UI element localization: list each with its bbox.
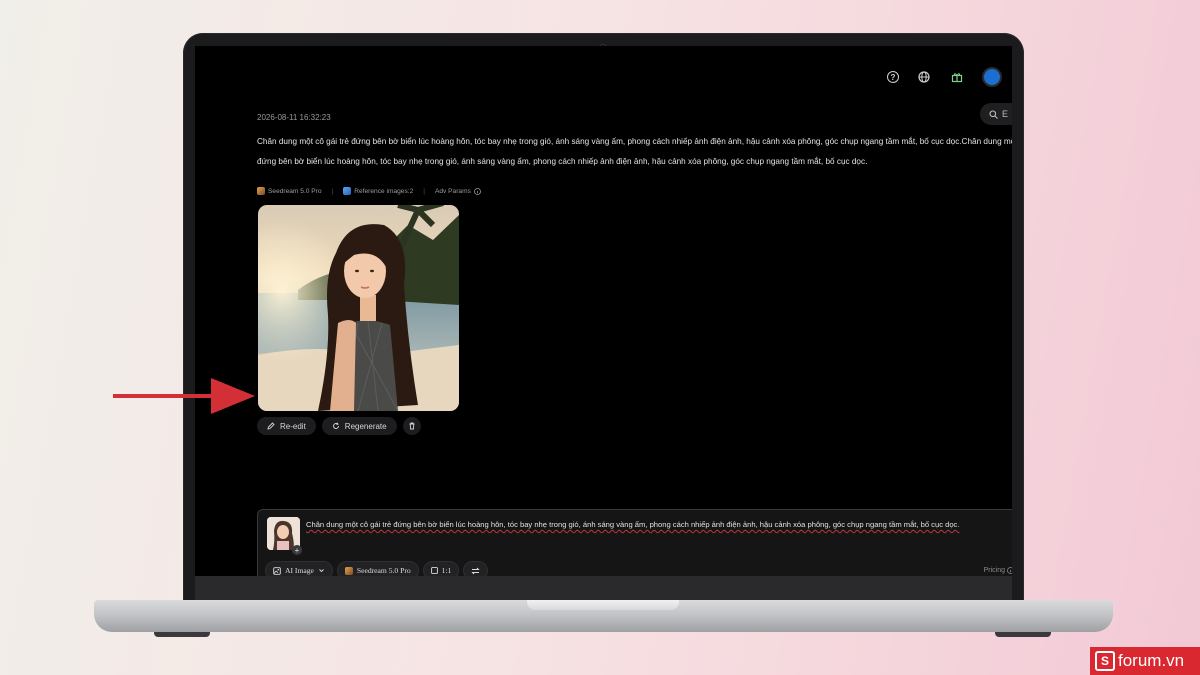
laptop-lid: ? E 2026-08-11 16:32:23 Chân dung một cô… [183, 33, 1024, 601]
meta-adv-params-label: Adv Params [434, 187, 471, 195]
top-toolbar: ? [887, 66, 1012, 88]
generation-meta: Seedream 5.0 Pro | Reference images:2 | … [257, 187, 481, 195]
composer-toolbar: AI Image Seedream 5.0 Pro 1:1 [265, 561, 489, 576]
generation-timestamp: 2026-08-11 16:32:23 [257, 113, 331, 122]
pencil-icon [267, 422, 275, 430]
annotation-arrow-icon [113, 378, 255, 414]
mode-label: AI Image [285, 566, 314, 575]
regenerate-button[interactable]: Regenerate [321, 417, 397, 435]
ratio-label: 1:1 [441, 566, 452, 575]
add-reference-button[interactable]: + [292, 545, 302, 555]
ratio-select[interactable]: 1:1 [422, 561, 460, 576]
model-icon [344, 566, 353, 575]
laptop-foot [154, 632, 210, 637]
model-label: Seedream 5.0 Pro [356, 566, 411, 575]
portrait-image [258, 205, 459, 411]
meta-model-label: Seedream 5.0 Pro [268, 187, 322, 195]
prompt-line-2: đứng bên bờ biển lúc hoàng hôn, tóc bay … [257, 157, 868, 166]
pricing-link[interactable]: Pricing [984, 567, 1012, 574]
trash-icon [409, 422, 415, 430]
mode-select[interactable]: AI Image [265, 561, 333, 576]
model-select[interactable]: Seedream 5.0 Pro [336, 561, 419, 576]
result-actions: Re-edit Regenerate [257, 417, 421, 435]
watermark-s-icon: S [1095, 651, 1115, 671]
reference-images-icon [343, 187, 352, 195]
screen-bezel-bottom [195, 576, 1012, 601]
generation-prompt: Chân dung một cô gái trẻ đứng bên bờ biể… [257, 132, 1012, 172]
aspect-ratio-icon [430, 567, 438, 574]
swap-button[interactable] [463, 561, 489, 576]
info-icon [473, 187, 481, 195]
regenerate-label: Regenerate [344, 421, 387, 431]
laptop-foot [995, 632, 1051, 637]
laptop-notch [527, 600, 679, 610]
search-pill-label: E [1002, 109, 1009, 119]
search-button[interactable]: E [980, 103, 1012, 125]
watermark-logo: S forum.vn [1090, 647, 1200, 675]
meta-divider: | [331, 187, 334, 195]
info-icon [1007, 567, 1012, 574]
prompt-composer: + Chân dung một cô gái trẻ đứng bên bờ b… [257, 509, 1012, 576]
swap-icon [471, 567, 480, 574]
composer-input[interactable]: Chân dung một cô gái trẻ đứng bên bờ biể… [306, 520, 959, 529]
globe-icon[interactable] [916, 69, 932, 85]
chevron-down-icon [319, 569, 324, 573]
zoom-icon [989, 109, 998, 119]
generated-image[interactable] [258, 205, 459, 411]
meta-references[interactable]: Reference images:2 [343, 187, 413, 195]
delete-button[interactable] [402, 417, 421, 435]
reedit-button[interactable]: Re-edit [257, 417, 316, 435]
app-screen: ? E 2026-08-11 16:32:23 Chân dung một cô… [195, 46, 1012, 576]
prompt-line-1: Chân dung một cô gái trẻ đứng bên bờ biể… [257, 137, 1012, 146]
help-icon[interactable]: ? [887, 71, 899, 83]
watermark-text: forum.vn [1118, 651, 1185, 670]
model-icon [257, 187, 265, 195]
meta-divider: | [423, 187, 425, 195]
user-avatar[interactable] [982, 67, 1002, 87]
reedit-label: Re-edit [280, 421, 306, 431]
meta-model: Seedream 5.0 Pro [257, 187, 322, 195]
refresh-icon [332, 422, 339, 429]
gift-icon[interactable] [949, 69, 965, 85]
meta-references-label: Reference images:2 [354, 187, 414, 195]
meta-adv-params[interactable]: Adv Params [435, 188, 481, 195]
image-icon [273, 566, 281, 575]
pricing-label: Pricing [983, 567, 1005, 574]
